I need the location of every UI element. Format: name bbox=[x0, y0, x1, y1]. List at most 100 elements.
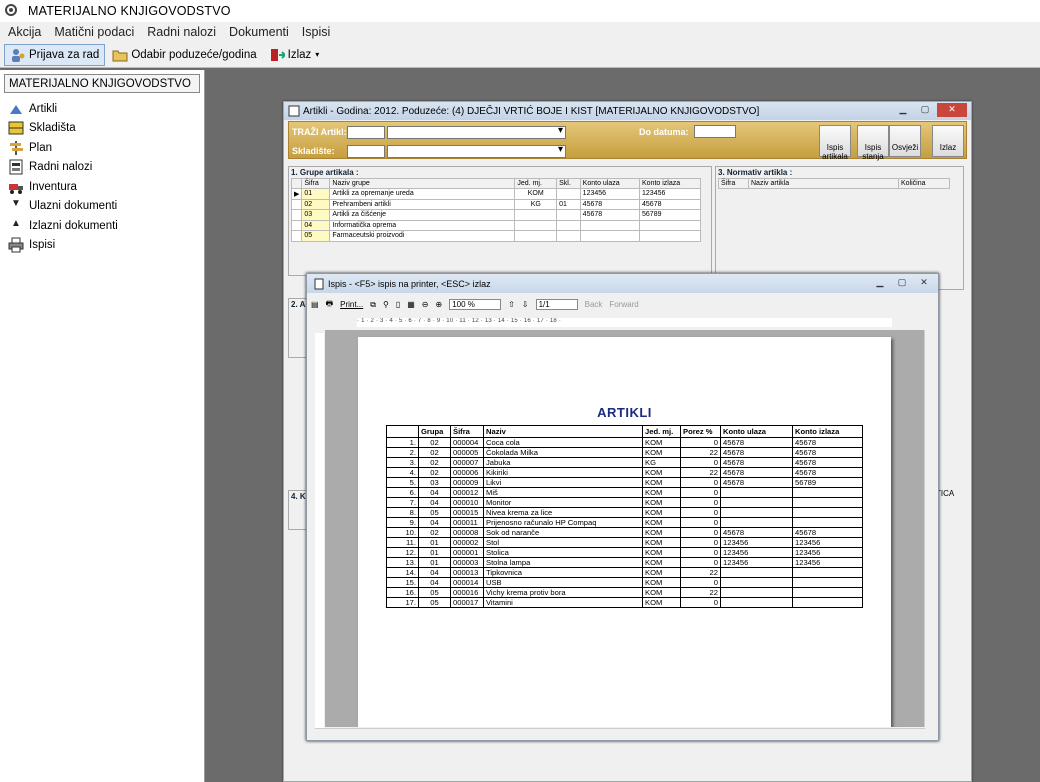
table-row[interactable]: 04 Informatička oprema bbox=[290, 219, 701, 231]
sidebar-item-ulazni-dokumenti[interactable]: ▼ Ulazni dokumenti bbox=[0, 197, 204, 217]
report-cell: KOM bbox=[642, 497, 681, 508]
table-row[interactable]: 03 Artikli za čišćenje 45678 56789 bbox=[290, 209, 701, 221]
horizontal-scrollbar[interactable] bbox=[315, 728, 925, 738]
menu-dokumenti[interactable]: Dokumenti bbox=[229, 25, 289, 39]
print-button[interactable]: Print... bbox=[340, 300, 363, 309]
report-col-out: Konto izlaza bbox=[792, 425, 863, 438]
report-cell: KOM bbox=[642, 557, 681, 568]
copy-icon[interactable]: ⧉ bbox=[370, 300, 376, 310]
report-cell: 45678 bbox=[720, 447, 793, 458]
report-cell: 10. bbox=[386, 527, 419, 538]
close-icon[interactable]: ✕ bbox=[937, 103, 967, 117]
exit-button[interactable]: Izlaz ▾ bbox=[264, 44, 325, 66]
report-cell: 04 bbox=[418, 497, 451, 508]
print-icon[interactable]: 🖶 bbox=[326, 298, 334, 312]
report-cell: KOM bbox=[642, 517, 681, 528]
sidebar-item-skladista[interactable]: Skladišta bbox=[0, 119, 204, 139]
report-cell: 9. bbox=[386, 517, 419, 528]
norm-col-name[interactable]: Naziv artikla bbox=[748, 178, 899, 189]
window-exit-button[interactable]: Izlaz bbox=[932, 125, 964, 157]
prev-page-icon[interactable]: ⇧ bbox=[508, 300, 515, 309]
report-cell: Coca cola bbox=[483, 437, 643, 448]
select-company-button[interactable]: Odabir poduzeće/godina bbox=[107, 44, 261, 66]
triangle-down-icon: ▼ bbox=[11, 198, 21, 210]
refresh-button[interactable]: Osvježi bbox=[889, 125, 921, 157]
single-page-icon[interactable]: ▯ bbox=[396, 300, 400, 309]
sidebar-item-artikli[interactable]: Artikli bbox=[0, 99, 204, 119]
close-icon[interactable]: ✕ bbox=[914, 276, 934, 290]
print-articles-label: Ispis artikala bbox=[822, 143, 848, 161]
report-row: 9. 04 000011 Prijenosno računalo HP Compaq K… bbox=[386, 517, 863, 528]
report-cell: 05 bbox=[418, 507, 451, 518]
report-cell: 22 bbox=[680, 467, 721, 478]
norm-col-qty[interactable]: Količina bbox=[898, 178, 950, 189]
page-setup-icon[interactable]: ▤ bbox=[311, 300, 319, 309]
maximize-icon[interactable]: ▢ bbox=[892, 276, 912, 290]
report-cell: 0 bbox=[680, 507, 721, 518]
next-page-icon[interactable]: ⇩ bbox=[522, 300, 529, 309]
sidebar-item-izlazni-dokumenti[interactable]: ▲ Izlazni dokumenti bbox=[0, 216, 204, 236]
warehouse-code-input[interactable] bbox=[347, 145, 385, 158]
groups-col-out[interactable]: Konto izlaza bbox=[639, 178, 701, 189]
report-cell: 56789 bbox=[792, 477, 863, 488]
groups-col-code[interactable]: Šifra bbox=[301, 178, 331, 189]
menu-ispisi[interactable]: Ispisi bbox=[302, 25, 330, 39]
zoom-in-icon[interactable]: ⊕ bbox=[436, 300, 443, 309]
sidebar-item-plan[interactable]: Plan bbox=[0, 138, 204, 158]
report-cell: 14. bbox=[386, 567, 419, 578]
print-stock-button[interactable]: Ispis stanja bbox=[857, 125, 889, 161]
vertical-scrollbar[interactable] bbox=[924, 330, 934, 727]
cell bbox=[579, 230, 641, 242]
open-folder-icon bbox=[112, 47, 128, 63]
cell: 123456 bbox=[579, 188, 641, 200]
cell bbox=[290, 209, 303, 221]
minimize-icon[interactable]: ▁ bbox=[870, 276, 890, 290]
find-icon[interactable]: ⚲ bbox=[383, 300, 389, 309]
groups-col-in[interactable]: Konto ulaza bbox=[579, 178, 641, 189]
norm-col-code[interactable]: Šifra bbox=[718, 178, 749, 189]
article-code-input[interactable] bbox=[347, 126, 385, 139]
preview-canvas[interactable]: ARTIKLI Grupa Šifra Naziv Jed. mj. Porez… bbox=[325, 330, 924, 727]
report-cell: KOM bbox=[642, 587, 681, 598]
report-row: 6. 04 000012 Miš KOM 0 bbox=[386, 487, 863, 498]
date-input[interactable] bbox=[694, 125, 736, 138]
report-row: 1. 02 000004 Coca cola KOM 0 45678 45678 bbox=[386, 437, 863, 448]
zoom-out-icon[interactable]: ⊖ bbox=[422, 300, 429, 309]
table-row[interactable]: 02 Prehrambeni artikli KG 01 45678 45678 bbox=[290, 198, 701, 210]
cell: 04 bbox=[301, 219, 331, 231]
forward-button[interactable]: Forward bbox=[609, 300, 638, 309]
report-col-code: Šifra bbox=[450, 425, 484, 438]
cell bbox=[290, 219, 303, 231]
groups-col-name[interactable]: Naziv grupe bbox=[329, 178, 516, 189]
cell: Farmaceutski proizvodi bbox=[329, 230, 516, 242]
report-cell: 0 bbox=[680, 537, 721, 548]
menu-radni-nalozi[interactable]: Radni nalozi bbox=[147, 25, 216, 39]
warehouse-select[interactable] bbox=[387, 144, 566, 158]
sidebar-item-ispisi[interactable]: Ispisi bbox=[0, 236, 204, 256]
articles-window-titlebar[interactable]: Artikli - Godina: 2012. Poduzeće: (4) DJ… bbox=[284, 102, 971, 120]
cell bbox=[514, 209, 558, 221]
sidebar-item-radni-nalozi[interactable]: Radni nalozi bbox=[0, 158, 204, 178]
page-input[interactable]: 1/1 bbox=[535, 299, 578, 310]
table-row[interactable]: 05 Farmaceutski proizvodi bbox=[290, 230, 701, 242]
chevron-down-icon[interactable]: ▾ bbox=[315, 50, 319, 59]
print-articles-button[interactable]: Ispis artikala bbox=[819, 125, 851, 161]
sidebar-item-label: Inventura bbox=[29, 180, 77, 193]
sidebar-item-inventura[interactable]: Inventura bbox=[0, 177, 204, 197]
groups-col-wh[interactable]: Skl. bbox=[556, 178, 581, 189]
zoom-select[interactable]: 100 % bbox=[449, 299, 502, 310]
menu-akcija[interactable]: Akcija bbox=[8, 25, 41, 39]
menu-maticni-podaci[interactable]: Matični podaci bbox=[54, 25, 134, 39]
print-window-titlebar[interactable]: Ispis - <F5> ispis na printer, <ESC> izl… bbox=[307, 274, 938, 293]
multi-page-icon[interactable]: ▦ bbox=[407, 300, 415, 309]
minimize-icon[interactable]: ▁ bbox=[893, 103, 913, 117]
report-page: ARTIKLI Grupa Šifra Naziv Jed. mj. Porez… bbox=[358, 337, 891, 727]
login-button[interactable]: Prijava za rad bbox=[4, 43, 106, 66]
maximize-icon[interactable]: ▢ bbox=[915, 103, 935, 117]
table-row[interactable]: ▶ 01 Artikli za opremanje ureda KOM 123456 12… bbox=[290, 188, 701, 200]
back-button[interactable]: Back bbox=[585, 300, 603, 309]
report-cell: 45678 bbox=[720, 527, 793, 538]
cell bbox=[556, 219, 581, 231]
article-select[interactable] bbox=[387, 125, 566, 139]
groups-col-unit[interactable]: Jed. mj. bbox=[514, 178, 558, 189]
